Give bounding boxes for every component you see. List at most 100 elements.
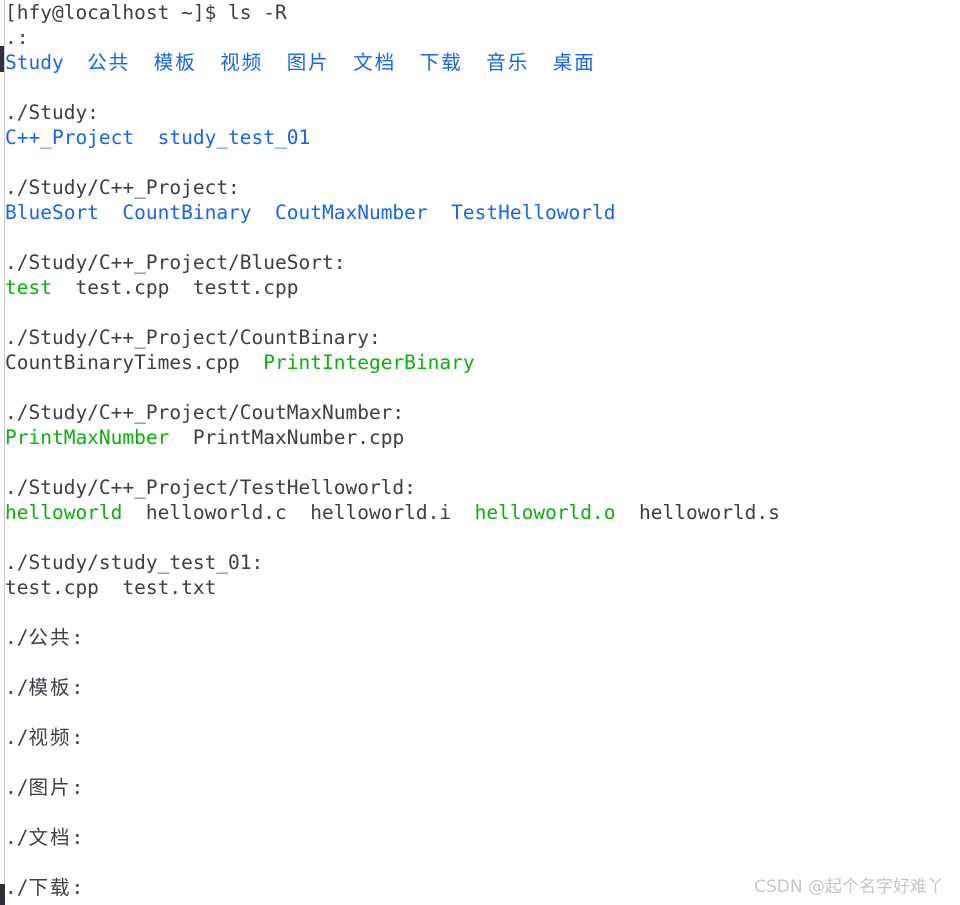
directory-entries-line: BlueSort CountBinary CoutMaxNumber TestH… bbox=[5, 200, 955, 225]
text-entry: : bbox=[71, 726, 84, 749]
directory-entry: 下载 bbox=[419, 51, 463, 74]
entry-separator bbox=[197, 51, 220, 74]
entry-separator bbox=[64, 51, 87, 74]
text-entry: : bbox=[71, 826, 84, 849]
directory-header-line: ./公共: bbox=[5, 625, 955, 650]
directory-header-line: ./Study/C++_Project/CoutMaxNumber: bbox=[5, 400, 955, 425]
text-entry: ./ bbox=[5, 776, 29, 799]
text-entry: ./ bbox=[5, 876, 29, 899]
text-entry: [hfy@localhost ~]$ ls -R bbox=[5, 1, 287, 24]
entry-separator bbox=[169, 276, 192, 299]
directory-entries-line: test.cpp test.txt bbox=[5, 575, 955, 600]
terminal-output[interactable]: [hfy@localhost ~]$ ls -R.: Study 公共 模板 视频… bbox=[5, 0, 955, 900]
text-entry: ./Study/study_test_01: bbox=[5, 551, 264, 574]
text-entry: : bbox=[71, 676, 84, 699]
directory-header-line: ./Study/C++_Project: bbox=[5, 175, 955, 200]
text-entry: test.txt bbox=[122, 576, 217, 599]
text-entry: helloworld.s bbox=[639, 501, 780, 524]
directory-header-line: ./Study/C++_Project/BlueSort: bbox=[5, 250, 955, 275]
text-entry: helloworld.i bbox=[310, 501, 452, 524]
executable-entry: PrintMaxNumber bbox=[5, 426, 170, 449]
executable-entry: helloworld bbox=[5, 501, 123, 524]
entry-separator bbox=[529, 51, 552, 74]
directory-entries-line: PrintMaxNumber PrintMaxNumber.cpp bbox=[5, 425, 955, 450]
directory-entry: CountBinary bbox=[122, 201, 252, 224]
directory-entry: 公共 bbox=[87, 51, 131, 74]
directory-entry: CoutMaxNumber bbox=[275, 201, 428, 224]
directory-entry: BlueSort bbox=[5, 201, 99, 224]
entry-separator bbox=[252, 201, 275, 224]
directory-entry: 音乐 bbox=[486, 51, 530, 74]
entry-separator bbox=[52, 276, 75, 299]
directory-entries-line: test test.cpp testt.cpp bbox=[5, 275, 955, 300]
directory-entry: study_test_01 bbox=[157, 126, 311, 149]
text-entry: : bbox=[71, 776, 84, 799]
entry-separator bbox=[263, 51, 286, 74]
text-entry: : bbox=[71, 626, 84, 649]
entry-separator bbox=[99, 576, 122, 599]
text-entry: ./Study: bbox=[5, 101, 99, 124]
text-entry: test.cpp bbox=[75, 276, 170, 299]
directory-entries-line: Study 公共 模板 视频 图片 文档 下载 音乐 桌面 bbox=[5, 50, 955, 75]
entry-separator bbox=[134, 126, 157, 149]
executable-entry: test bbox=[5, 276, 52, 299]
directory-header-line: ./图片: bbox=[5, 775, 955, 800]
entry-separator bbox=[616, 501, 639, 524]
directory-entry: 文档 bbox=[353, 51, 397, 74]
text-entry: ./ bbox=[5, 676, 29, 699]
directory-header-line: .: bbox=[5, 25, 955, 50]
directory-entries-line: CountBinaryTimes.cpp PrintIntegerBinary bbox=[5, 350, 955, 375]
text-entry: ./ bbox=[5, 726, 29, 749]
text-entry: ./Study/C++_Project/CoutMaxNumber: bbox=[5, 401, 405, 424]
directory-entries-line: helloworld helloworld.c helloworld.i hel… bbox=[5, 500, 955, 525]
directory-header-line: ./Study: bbox=[5, 100, 955, 125]
text-entry: ./Study/C++_Project/BlueSort: bbox=[5, 251, 346, 274]
directory-header-line: ./模板: bbox=[5, 675, 955, 700]
directory-header-line: ./Study/C++_Project/CountBinary: bbox=[5, 325, 955, 350]
directory-header-line: ./视频: bbox=[5, 725, 955, 750]
text-entry: 视频 bbox=[28, 726, 72, 749]
executable-entry: helloworld.o bbox=[474, 501, 616, 524]
directory-entry: 桌面 bbox=[552, 51, 596, 74]
text-entry: 模板 bbox=[28, 676, 72, 699]
text-entry: PrintMaxNumber.cpp bbox=[192, 426, 405, 449]
directory-entry: 模板 bbox=[153, 51, 197, 74]
text-entry: ./Study/C++_Project: bbox=[5, 176, 240, 199]
entry-separator bbox=[428, 201, 451, 224]
text-entry: test.cpp bbox=[5, 576, 99, 599]
text-entry: ./Study/C++_Project/CountBinary: bbox=[5, 326, 381, 349]
directory-entry: 图片 bbox=[286, 51, 330, 74]
text-entry: .: bbox=[5, 26, 29, 49]
executable-entry: PrintIntegerBinary bbox=[263, 351, 475, 374]
directory-entry: TestHelloworld bbox=[451, 201, 616, 224]
text-entry: helloworld.c bbox=[145, 501, 287, 524]
directory-entries-line: C++_Project study_test_01 bbox=[5, 125, 955, 150]
text-entry: 公共 bbox=[28, 626, 72, 649]
entry-separator bbox=[287, 501, 310, 524]
terminal-window[interactable]: [hfy@localhost ~]$ ls -R.: Study 公共 模板 视频… bbox=[0, 0, 960, 905]
directory-header-line: ./文档: bbox=[5, 825, 955, 850]
text-entry: 图片 bbox=[28, 776, 72, 799]
text-entry: : bbox=[71, 876, 84, 899]
entry-separator bbox=[396, 51, 419, 74]
entry-separator bbox=[451, 501, 474, 524]
entry-separator bbox=[169, 426, 192, 449]
entry-separator bbox=[122, 501, 145, 524]
entry-separator bbox=[330, 51, 353, 74]
entry-separator bbox=[240, 351, 263, 374]
entry-separator bbox=[463, 51, 486, 74]
text-entry: CountBinaryTimes.cpp bbox=[5, 351, 240, 374]
terminal-prompt-line: [hfy@localhost ~]$ ls -R bbox=[5, 0, 955, 25]
directory-header-line: ./Study/C++_Project/TestHelloworld: bbox=[5, 475, 955, 500]
terminal-left-marker-top bbox=[0, 46, 4, 72]
